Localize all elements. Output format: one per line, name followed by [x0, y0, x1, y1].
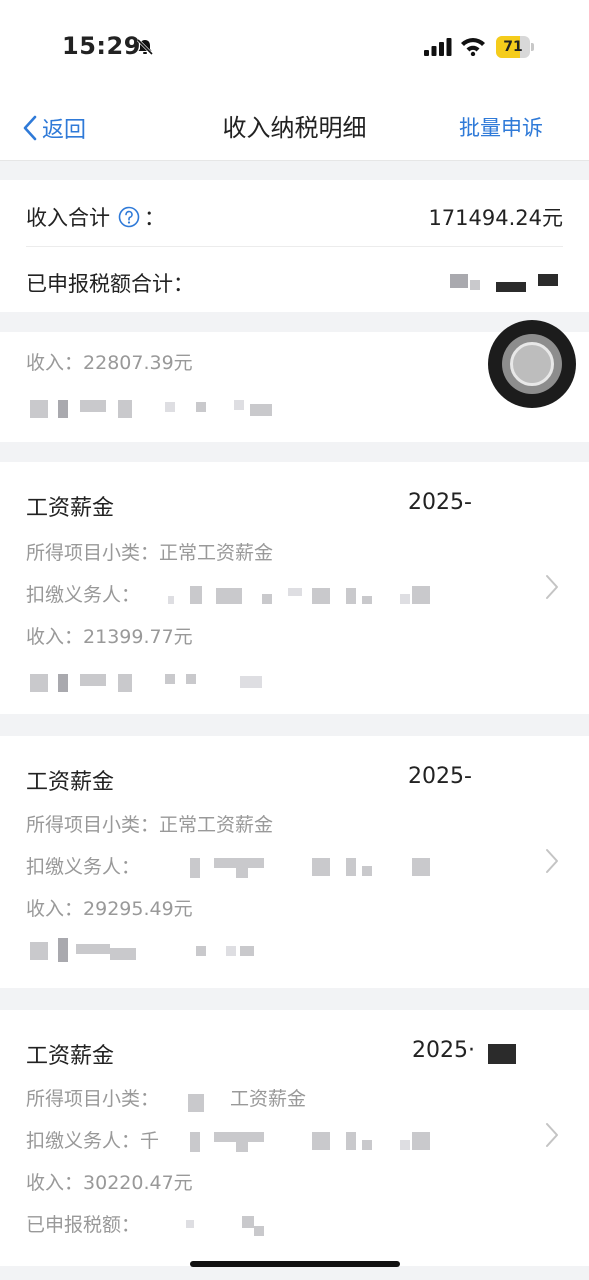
back-button[interactable]: 返回: [22, 110, 86, 146]
income-field: 收入：29295.49元: [26, 898, 193, 920]
card-date: 2025-: [408, 764, 472, 789]
income-field: 收入：22807.39元: [26, 352, 193, 374]
card-title: 工资薪金: [26, 1044, 115, 1069]
nav-bar: 返回 收入纳税明细 批量申诉: [0, 96, 589, 161]
tax-total-label: 已申报税额合计：: [26, 272, 194, 296]
status-time: 15:29: [62, 32, 141, 60]
subcategory-field: 所得项目小类：: [26, 1088, 160, 1110]
back-label: 返回: [42, 118, 87, 143]
redacted-subcategory: [188, 1094, 204, 1112]
subcategory-field: 所得项目小类：正常工资薪金: [26, 814, 274, 836]
subcategory-field: 所得项目小类：正常工资薪金: [26, 542, 274, 564]
withholder-field: 扣缴义务人：千: [26, 1130, 160, 1152]
chevron-right-icon: [546, 575, 558, 599]
card-title: 工资薪金: [26, 770, 115, 795]
battery-icon: 71: [496, 36, 536, 58]
tax-total-row: 已申报税额合计：: [26, 246, 563, 312]
chevron-right-icon: [546, 1123, 558, 1147]
status-bar: 15:29 71: [0, 0, 589, 96]
withholder-field: 扣缴义务人：: [26, 584, 141, 606]
subcategory-value: 工资薪金: [230, 1088, 307, 1110]
income-field: 收入：30220.47元: [26, 1172, 193, 1194]
summary-card: 收入合计 ： 171494.24元 已申报税额合计：: [0, 180, 589, 312]
battery-level: 71: [503, 39, 523, 55]
redacted-date: [488, 1044, 516, 1064]
income-total-colon: ：: [144, 206, 165, 230]
back-chevron-icon: [23, 115, 37, 141]
income-total-value: 171494.24元: [428, 206, 563, 230]
card-title: 工资薪金: [26, 496, 115, 521]
income-record-card[interactable]: 工资薪金 2025· 所得项目小类： 工资薪金 扣缴义务人：千 收入：30220…: [0, 1010, 589, 1266]
home-indicator: [190, 1261, 400, 1267]
bell-slash-icon: [136, 38, 154, 56]
income-tax-detail-page: 15:29 71 返回 收入纳税明细 批量申诉 收入合计 ： 171494.24…: [0, 0, 589, 1280]
income-total-label: 收入合计: [26, 206, 110, 230]
income-field: 收入：21399.77元: [26, 626, 193, 648]
assistive-touch-button[interactable]: [488, 320, 576, 408]
signal-icon: [424, 38, 452, 56]
chevron-right-icon: [546, 849, 558, 873]
card-date: 2025-: [408, 490, 472, 515]
wifi-icon: [461, 38, 485, 56]
help-icon[interactable]: [118, 206, 140, 228]
income-record-card[interactable]: 工资薪金 2025- 所得项目小类：正常工资薪金 扣缴义务人： 收入：21399…: [0, 462, 589, 714]
declared-tax-field: 已申报税额：: [26, 1214, 141, 1236]
card-date: 2025·: [412, 1038, 475, 1063]
income-record-card[interactable]: 工资薪金 2025- 所得项目小类：正常工资薪金 扣缴义务人： 收入：29295…: [0, 736, 589, 988]
withholder-field: 扣缴义务人：: [26, 856, 141, 878]
income-total-row: 收入合计 ： 171494.24元: [26, 180, 563, 247]
batch-appeal-button[interactable]: 批量申诉: [459, 110, 543, 146]
